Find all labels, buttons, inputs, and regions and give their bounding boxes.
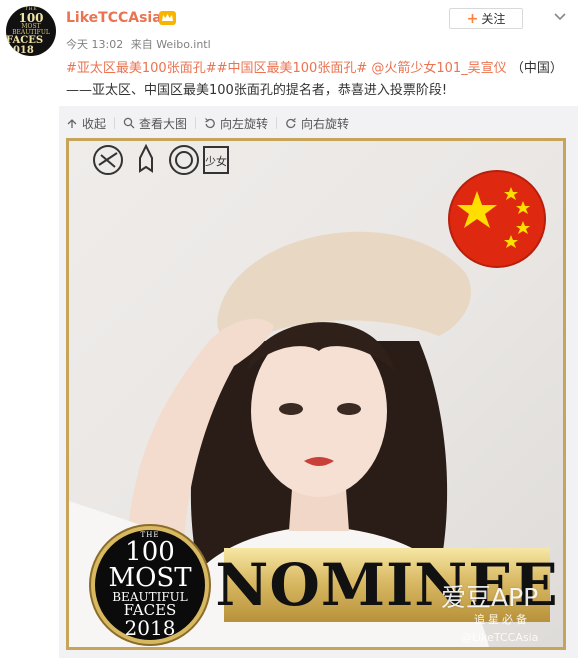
rotate-right-icon xyxy=(286,118,296,129)
post-image[interactable]: 少女 NOMINEE THE 100 MOST BEAUTIFUL FACES … xyxy=(66,138,566,650)
hashtag-link[interactable]: #亚太区最美100张面孔# xyxy=(66,61,217,76)
collapse-icon xyxy=(67,119,77,128)
image-toolbar: 收起 查看大图 向左旋转 向右旋转 xyxy=(66,113,357,133)
avatar-line: FACES 2018 xyxy=(6,34,44,56)
badge-line: MOST xyxy=(108,563,192,593)
rotate-left-label: 向左旋转 xyxy=(220,116,269,131)
magnifier-icon xyxy=(123,117,135,129)
toolbar-divider xyxy=(276,117,278,129)
follow-label: 关注 xyxy=(481,12,506,26)
hashtag-link[interactable]: #中国区最美100张面孔# xyxy=(217,61,368,76)
chevron-down-icon[interactable] xyxy=(552,8,568,24)
brand-label: 少女 xyxy=(205,154,227,168)
badge-line: 100 xyxy=(125,537,175,567)
watermark-slogan: 追星必备 xyxy=(474,613,530,626)
watermark-app: 爱豆APP xyxy=(441,583,539,612)
mention-link[interactable]: @火箭少女101_吴宣仪 xyxy=(371,61,506,76)
badge-line: 2018 xyxy=(124,616,176,640)
collapse-label: 收起 xyxy=(82,116,107,131)
view-large-label: 查看大图 xyxy=(139,116,188,131)
avatar-line: 100 xyxy=(18,10,44,25)
avatar[interactable]: THE 100 MOST BEAUTIFUL FACES 2018 xyxy=(6,6,56,56)
rotate-right-button[interactable]: 向右旋转 xyxy=(285,115,357,132)
top100-badge: THE 100 MOST BEAUTIFUL FACES 2018 xyxy=(91,526,209,644)
collapse-button[interactable]: 收起 xyxy=(66,115,114,132)
watermark-weibo: @LikeTCCAsia xyxy=(461,631,539,644)
source-link[interactable]: Weibo.intl xyxy=(156,38,210,51)
rotate-left-icon xyxy=(205,118,215,129)
username-link[interactable]: LikeTCCAsia xyxy=(66,10,162,26)
vip-crown-icon[interactable] xyxy=(159,11,176,25)
rotate-left-button[interactable]: 向左旋转 xyxy=(204,115,276,132)
view-large-button[interactable]: 查看大图 xyxy=(123,115,195,132)
source-prefix: 来自 xyxy=(130,38,153,51)
brand-logos: 少女 xyxy=(93,143,229,175)
toolbar-divider xyxy=(195,117,197,129)
post-text: #亚太区最美100张面孔##中国区最美100张面孔# @火箭少女101_吴宣仪 … xyxy=(66,58,566,102)
post-meta: 今天 13:02 来自 Weibo.intl xyxy=(66,36,211,52)
china-flag-icon xyxy=(448,170,546,268)
follow-button[interactable]: + 关注 xyxy=(449,8,523,29)
toolbar-divider xyxy=(114,117,116,129)
post-time[interactable]: 今天 13:02 xyxy=(66,38,123,51)
rotate-right-label: 向右旋转 xyxy=(301,116,350,131)
plus-icon: + xyxy=(466,10,479,27)
